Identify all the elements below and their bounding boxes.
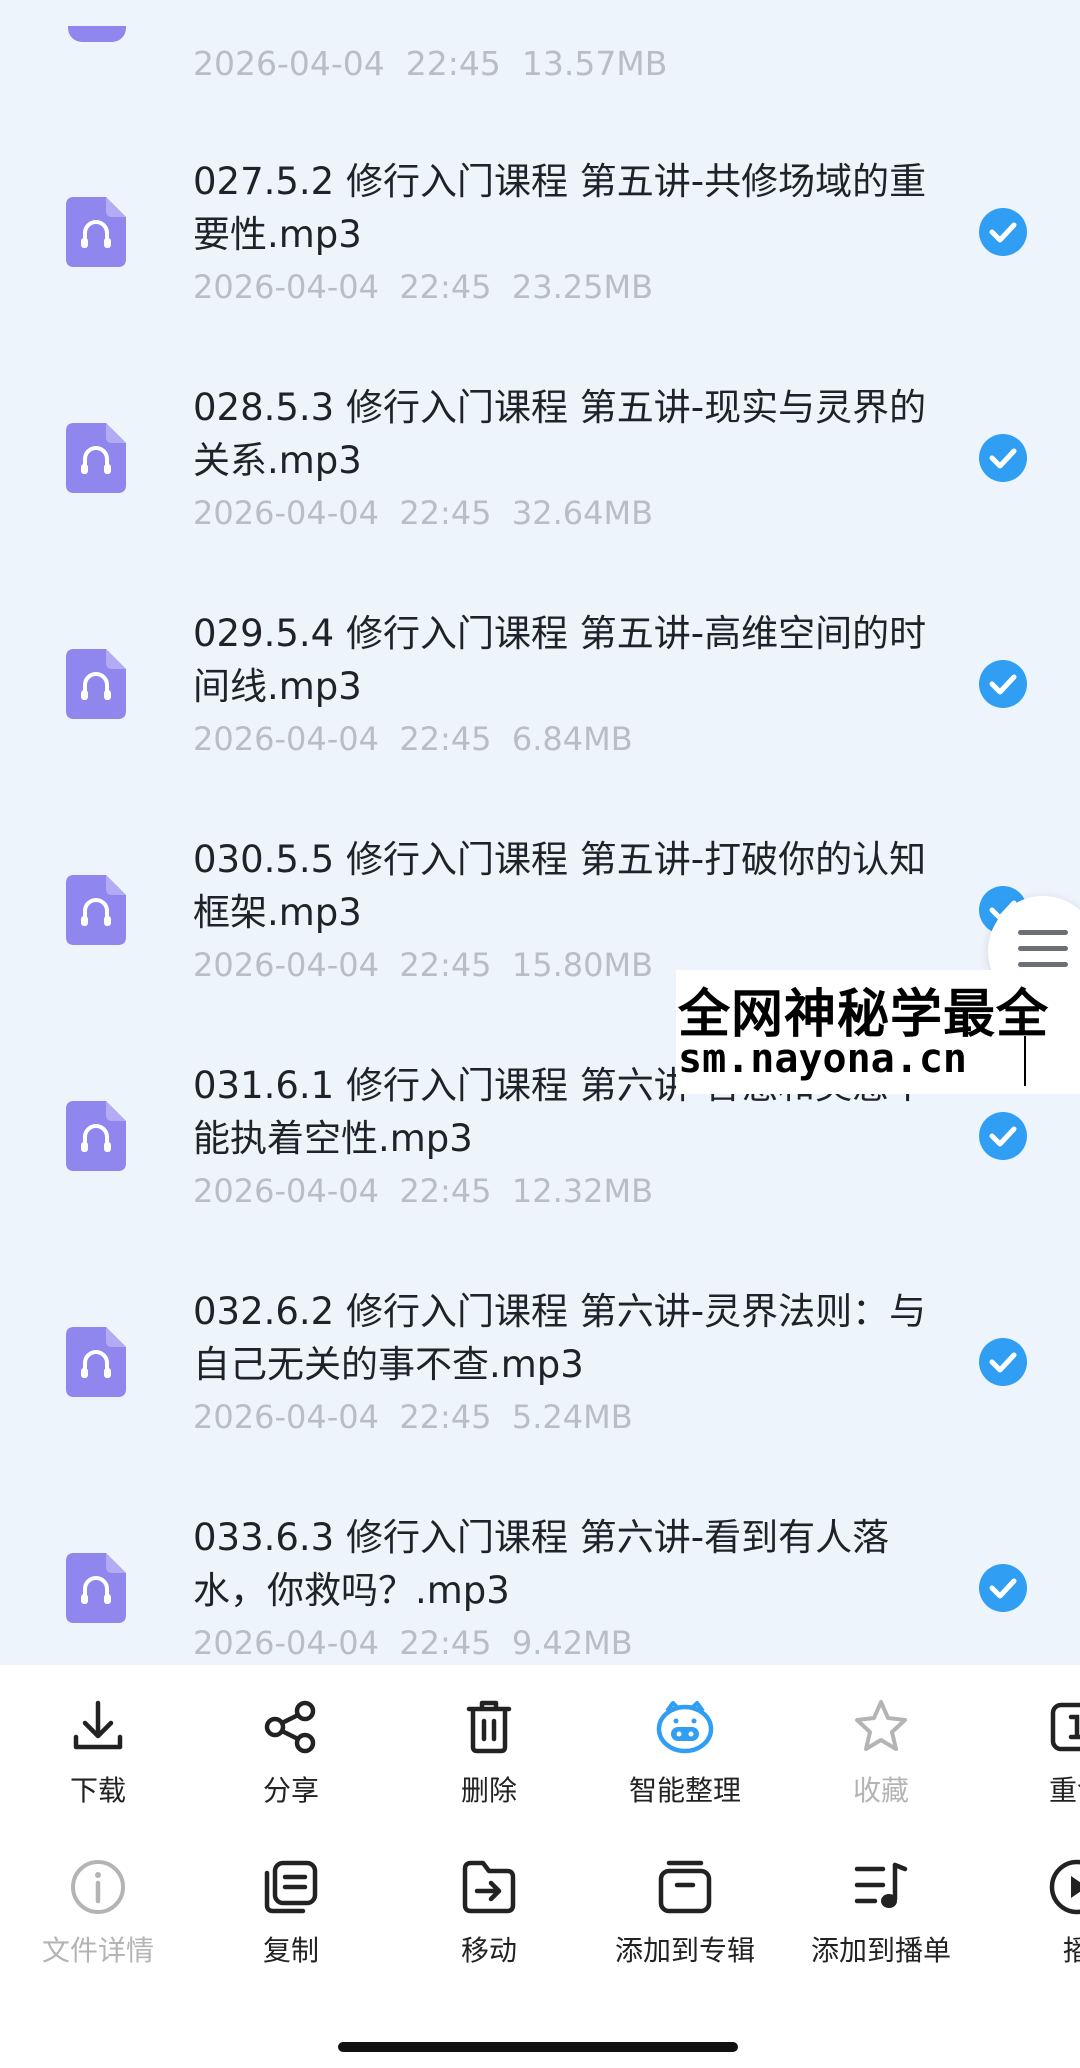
add-to-album-button[interactable]: 添加到专辑 [600,1857,770,1997]
star-icon [855,1700,907,1751]
file-meta: 2026-04-04 22:45 9.42MB [193,1624,633,1662]
delete-label: 删除 [460,1774,517,1807]
file-title: 027.5.2 修行入门课程 第五讲-共修场域的重要性.mp3 [193,160,927,256]
file-list: 2026-04-04 22:45 13.57MB 027.5.2 修行入门课程 … [0,0,1080,1665]
file-meta: 2026-04-04 22:45 12.32MB [193,1172,653,1210]
watermark-url: sm.nayona.cn [678,1036,967,1082]
checkbox-checked[interactable] [979,1564,1027,1612]
checkbox-checked[interactable] [979,1338,1027,1386]
favorite-label: 收藏 [852,1774,909,1807]
file-meta: 2026-04-04 22:45 5.24MB [193,1398,633,1436]
file-date: 2026-04-04 [193,1624,379,1662]
home-indicator[interactable] [338,2042,738,2052]
file-size: 12.32MB [511,1172,654,1210]
favorite-button[interactable]: 收藏 [796,1697,966,1837]
share-button[interactable]: 分享 [206,1697,376,1837]
smart-organize-icon [656,1701,714,1754]
delete-button[interactable]: 删除 [404,1697,574,1837]
file-date: 2026-04-04 [193,494,379,532]
file-time: 22:45 [399,946,492,984]
add-to-album-label: 添加到专辑 [614,1934,755,1967]
list-item[interactable]: 027.5.2 修行入门课程 第五讲-共修场域的重要性.mp3 2026-04-… [0,140,1080,366]
file-time: 22:45 [399,1398,492,1436]
add-to-playlist-button[interactable]: 添加到播单 [796,1857,966,1997]
file-size: 5.24MB [511,1398,633,1436]
audio-file-icon [66,649,126,719]
file-title: 033.6.3 修行入门课程 第六讲-看到有人落水，你救吗？.mp3 [193,1516,890,1612]
move-icon [462,1860,516,1914]
file-size: 32.64MB [511,494,654,532]
list-item[interactable]: 033.6.3 修行入门课程 第六讲-看到有人落水，你救吗？.mp3 2026-… [0,1496,1080,1665]
download-icon [73,1700,123,1750]
file-meta-partial: 2026-04-04 22:45 13.57MB [193,44,668,83]
file-meta: 2026-04-04 22:45 32.64MB [193,494,653,532]
rename-icon [1050,1702,1080,1752]
file-date: 2026-04-04 [193,720,379,758]
checkbox-checked[interactable] [979,434,1027,482]
menu-icon [1018,930,1068,967]
file-time: 22:45 [399,720,492,758]
file-date: 2026-04-04 [193,1172,379,1210]
file-title: 030.5.5 修行入门课程 第五讲-打破你的认知框架.mp3 [193,838,927,934]
file-details-button[interactable]: 文件详情 [13,1857,183,1997]
add-to-playlist-label: 添加到播单 [810,1934,951,1967]
file-time: 22:45 [399,1624,492,1662]
audio-file-icon [66,1101,126,1171]
file-time: 22:45 [399,268,492,306]
play-icon [1049,1859,1080,1915]
info-icon [71,1860,125,1914]
file-size: 23.25MB [511,268,654,306]
text-cursor [1024,1036,1026,1086]
file-title: 028.5.3 修行入门课程 第五讲-现实与灵界的关系.mp3 [193,386,927,482]
file-title: 029.5.4 修行入门课程 第五讲-高维空间的时间线.mp3 [193,612,927,708]
audio-file-icon [66,875,126,945]
file-time: 22:45 [399,494,492,532]
checkbox-checked[interactable] [979,208,1027,256]
playlist-icon [854,1862,908,1908]
rename-label: 重命 [1048,1774,1080,1807]
file-icon-partial [68,26,126,42]
move-button[interactable]: 移动 [404,1857,574,1997]
play-label: 播 [1062,1934,1080,1967]
file-meta: 2026-04-04 22:45 15.80MB [193,946,653,984]
copy-icon [264,1860,318,1914]
checkbox-checked[interactable] [979,660,1027,708]
checkbox-checked[interactable] [979,1112,1027,1160]
file-size: 6.84MB [511,720,633,758]
watermark-overlay: 全网神秘学最全 sm.nayona.cn [676,970,1080,1094]
list-item[interactable]: 032.6.2 修行入门课程 第六讲-灵界法则：与自己无关的事不查.mp3 20… [0,1270,1080,1496]
list-item[interactable]: 028.5.3 修行入门课程 第五讲-现实与灵界的关系.mp3 2026-04-… [0,366,1080,592]
file-size: 15.80MB [511,946,654,984]
download-label: 下载 [69,1774,126,1807]
rename-button[interactable]: 重命 [992,1697,1080,1837]
smart-organize-button[interactable]: 智能整理 [600,1697,770,1837]
audio-file-icon [66,1553,126,1623]
download-button[interactable]: 下载 [13,1697,183,1837]
copy-button[interactable]: 复制 [206,1857,376,1997]
file-size: 9.42MB [511,1624,633,1662]
share-icon [264,1700,316,1754]
bottom-action-toolbar: 下载 分享 删除 智能整理 收藏 重命 文件详情 复制 移动 添加到专辑 添加到… [0,1665,1080,2068]
trash-icon [466,1700,512,1754]
file-details-label: 文件详情 [41,1934,154,1967]
share-label: 分享 [262,1774,319,1807]
file-date: 2026-04-04 [193,1398,379,1436]
copy-label: 复制 [262,1934,319,1967]
audio-file-icon [66,423,126,493]
file-date: 2026-04-04 [193,946,379,984]
play-button[interactable]: 播 [992,1857,1080,1997]
file-date: 2026-04-04 [193,268,379,306]
file-meta: 2026-04-04 22:45 23.25MB [193,268,653,306]
list-item[interactable]: 029.5.4 修行入门课程 第五讲-高维空间的时间线.mp3 2026-04-… [0,592,1080,818]
smart-organize-label: 智能整理 [628,1774,741,1807]
file-title: 032.6.2 修行入门课程 第六讲-灵界法则：与自己无关的事不查.mp3 [193,1290,927,1386]
audio-file-icon [66,197,126,267]
file-time: 22:45 [399,1172,492,1210]
audio-file-icon [66,1327,126,1397]
album-icon [658,1860,712,1914]
file-meta: 2026-04-04 22:45 6.84MB [193,720,633,758]
move-label: 移动 [460,1934,517,1967]
